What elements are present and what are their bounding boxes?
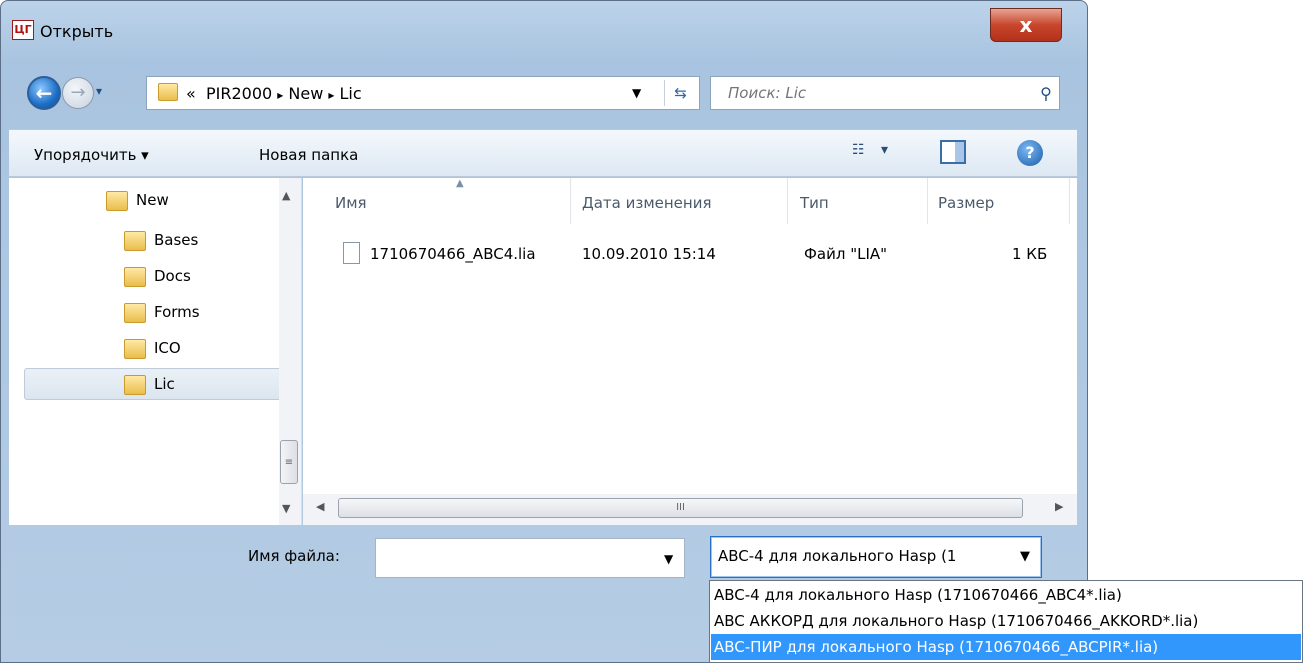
- file-type-option[interactable]: ABC АККОРД для локального Hasp (17106704…: [711, 608, 1301, 634]
- title-bar[interactable]: [0, 0, 1088, 60]
- tree-item-label: Forms: [154, 303, 200, 321]
- help-icon[interactable]: ?: [1017, 140, 1043, 166]
- column-header-size[interactable]: Размер: [938, 194, 994, 224]
- folder-icon: [106, 191, 128, 211]
- breadcrumb-pir2000[interactable]: PIR2000: [206, 84, 272, 103]
- view-options-button[interactable]: ☷ ▾: [852, 142, 912, 164]
- command-bar: [9, 129, 1077, 177]
- folder-icon: [124, 303, 146, 323]
- tree-item-label: Bases: [154, 231, 199, 249]
- sort-ascending-icon: ▲: [456, 178, 464, 189]
- tree-item-ico[interactable]: ICO: [124, 333, 304, 365]
- breadcrumb-overflow[interactable]: «: [186, 84, 196, 103]
- tree-item-docs[interactable]: Docs: [124, 261, 304, 293]
- chevron-down-icon[interactable]: ▼: [1020, 549, 1030, 564]
- tree-item-label: ICO: [154, 339, 181, 357]
- app-icon: ЦГ: [12, 20, 34, 40]
- tree-item-label: Lic: [154, 375, 175, 393]
- refresh-icon[interactable]: ⇆: [664, 80, 696, 106]
- file-type-option[interactable]: ABC-4 для локального Hasp (1710670466_AB…: [711, 582, 1301, 608]
- breadcrumb-lic[interactable]: Lic: [340, 84, 362, 103]
- tree-item-lic[interactable]: Lic: [124, 369, 304, 401]
- file-type-selected[interactable]: ABC-4 для локального Hasp (1: [718, 547, 1008, 565]
- folder-icon: [124, 375, 146, 395]
- preview-pane-icon[interactable]: [940, 140, 966, 164]
- organize-button[interactable]: Упорядочить ▾: [34, 146, 149, 164]
- folder-icon: [124, 267, 146, 287]
- back-button[interactable]: ←: [27, 76, 61, 110]
- address-dropdown-icon[interactable]: ▼: [632, 86, 641, 100]
- folder-icon: [124, 339, 146, 359]
- column-divider[interactable]: [927, 178, 928, 224]
- tree-item-forms[interactable]: Forms: [124, 297, 304, 329]
- chevron-down-icon: ▾: [881, 142, 889, 158]
- chevron-down-icon[interactable]: ▼: [664, 552, 673, 566]
- column-header-date[interactable]: Дата изменения: [582, 194, 712, 224]
- column-divider[interactable]: [1069, 178, 1070, 224]
- file-type: Файл "LIA": [804, 245, 888, 263]
- tree-item-label: Docs: [154, 267, 191, 285]
- breadcrumb[interactable]: « PIR2000 ▸ New ▸ Lic: [186, 84, 362, 103]
- column-divider[interactable]: [570, 178, 571, 224]
- search-icon[interactable]: ⚲: [1034, 82, 1058, 106]
- folder-icon: [158, 83, 178, 101]
- filename-input[interactable]: [375, 538, 685, 578]
- new-folder-button[interactable]: Новая папка: [259, 146, 358, 164]
- chevron-right-icon[interactable]: ▸: [328, 88, 334, 102]
- column-divider[interactable]: [787, 178, 788, 224]
- scrollbar-thumb[interactable]: ≡: [280, 440, 298, 484]
- column-header-name[interactable]: Имя: [335, 194, 367, 224]
- scroll-up-arrow[interactable]: ▲: [282, 189, 290, 202]
- scroll-down-arrow[interactable]: ▼: [282, 502, 290, 515]
- file-name[interactable]: 1710670466_ABC4.lia: [370, 245, 536, 263]
- file-size: 1 КБ: [1012, 245, 1048, 263]
- column-header-type[interactable]: Тип: [800, 194, 829, 224]
- file-date: 10.09.2010 15:14: [582, 245, 716, 263]
- file-type-option-highlighted[interactable]: ABC-ПИР для локального Hasp (1710670466_…: [711, 634, 1301, 660]
- dialog-title: Открыть: [40, 22, 114, 41]
- details-view-icon: ☷: [852, 142, 865, 158]
- file-list: [303, 178, 1077, 525]
- scroll-right-arrow[interactable]: ▶: [1055, 500, 1063, 513]
- scrollbar-thumb[interactable]: III: [338, 498, 1023, 518]
- forward-button[interactable]: →: [62, 77, 94, 109]
- breadcrumb-new[interactable]: New: [288, 84, 323, 103]
- folder-icon: [124, 231, 146, 251]
- tree-item-bases[interactable]: Bases: [124, 225, 304, 257]
- search-input[interactable]: [728, 84, 1008, 102]
- close-button[interactable]: x: [990, 8, 1062, 42]
- recent-pages-dropdown-icon[interactable]: ▾: [96, 84, 110, 98]
- tree-item-label: New: [136, 191, 169, 209]
- document-icon: [343, 242, 360, 264]
- scroll-left-arrow[interactable]: ◀: [316, 500, 324, 513]
- filename-label: Имя файла:: [248, 547, 340, 565]
- tree-item-new[interactable]: New: [106, 185, 286, 217]
- chevron-right-icon[interactable]: ▸: [277, 88, 283, 102]
